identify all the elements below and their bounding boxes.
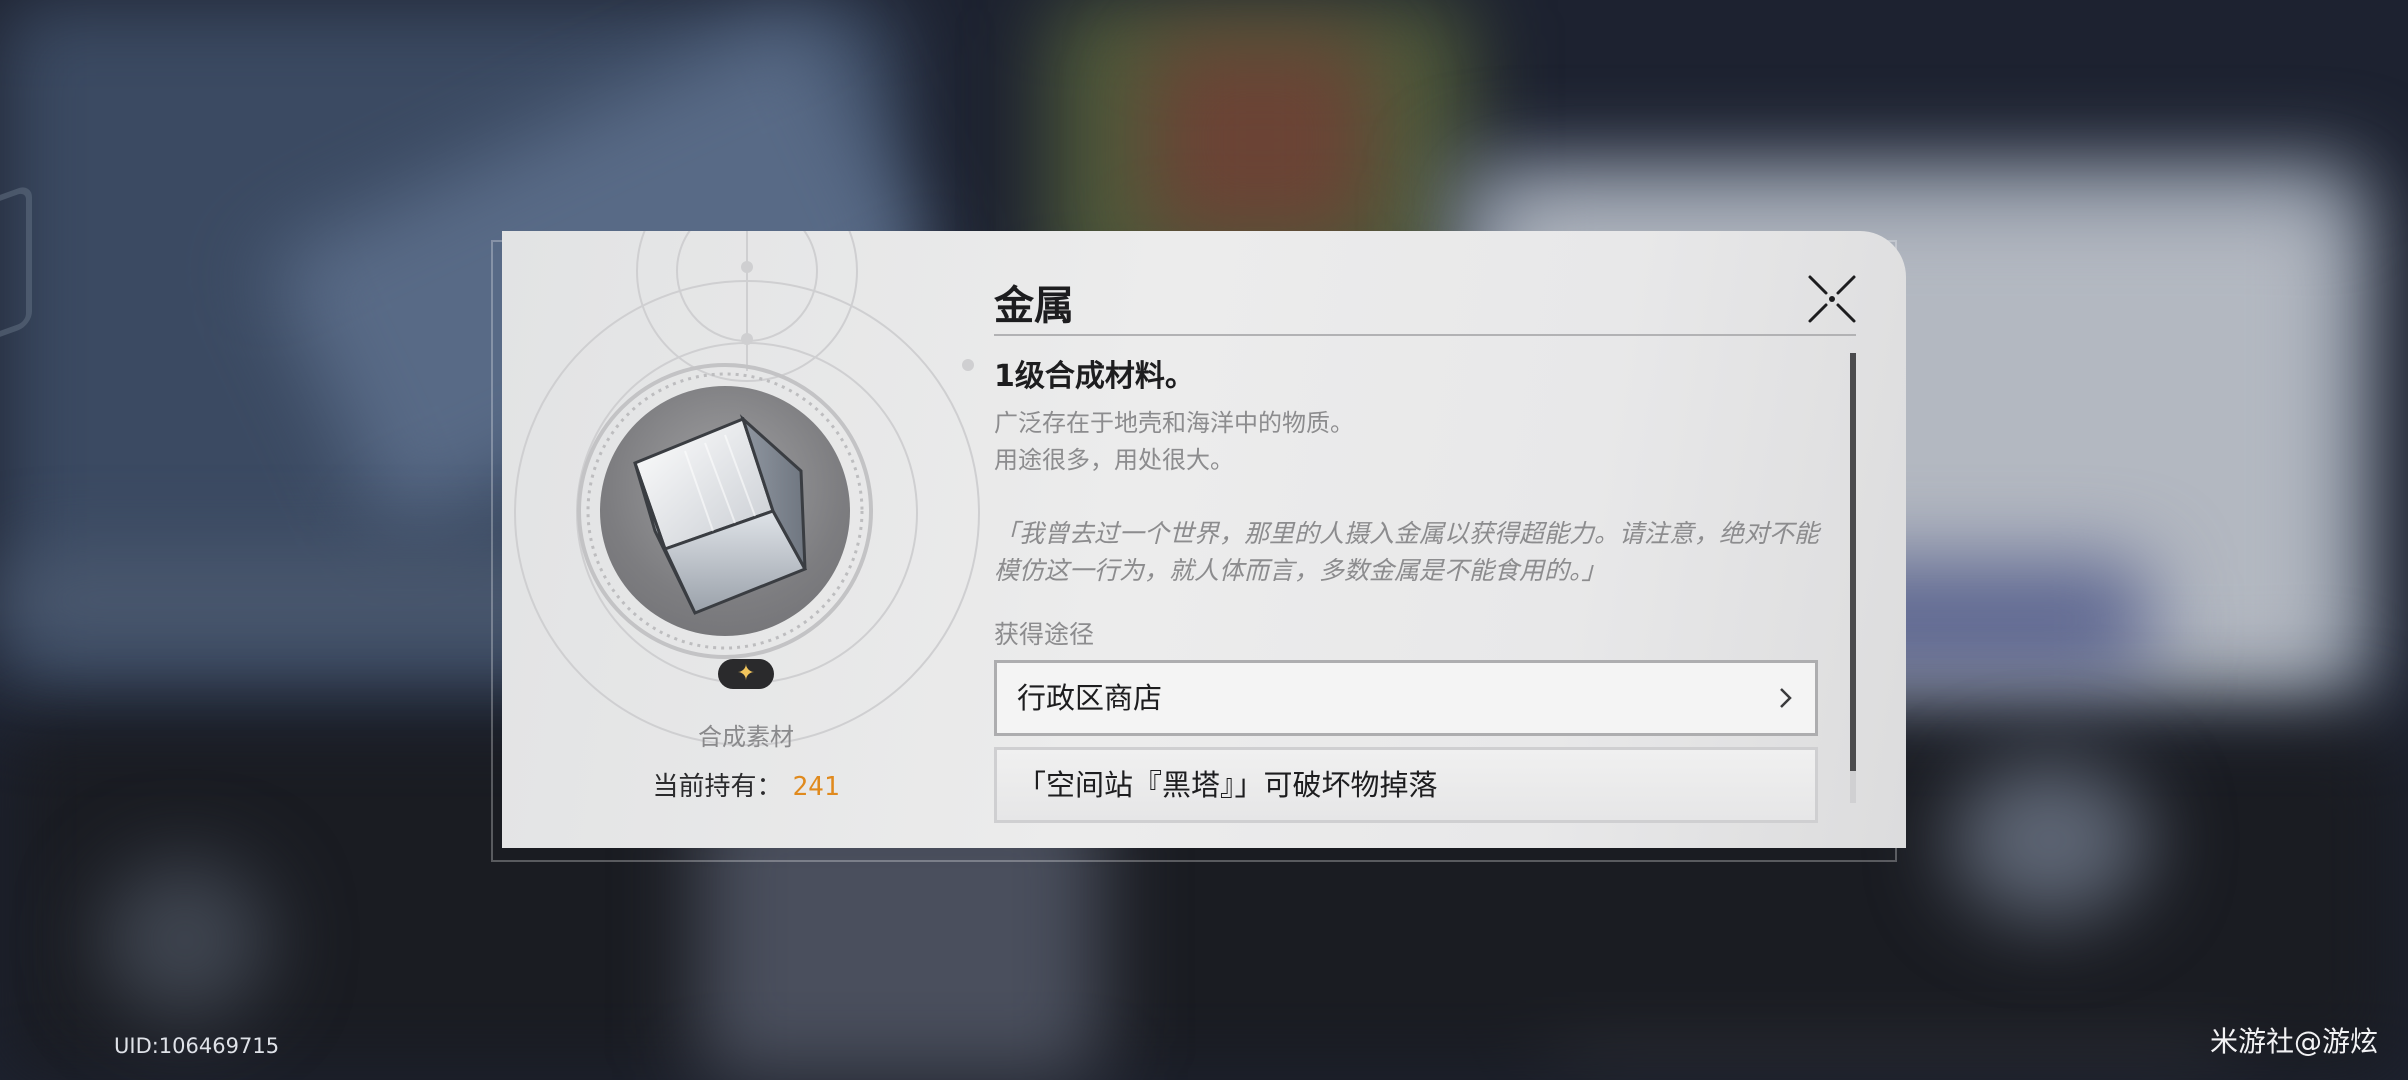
source-button-shop[interactable]: 行政区商店: [994, 660, 1818, 736]
item-subtype: 合成素材: [698, 723, 794, 751]
watermark: 米游社@游炫: [2209, 1025, 2378, 1058]
chevron-right-icon: [1780, 688, 1792, 708]
sources-heading: 获得途径: [994, 620, 1095, 649]
owned-count-row: 当前持有： 241: [502, 766, 990, 803]
owned-label: 当前持有：: [652, 772, 783, 802]
description-line: 广泛存在于地壳和海洋中的物质。: [994, 409, 1354, 437]
description-line: 用途很多，用处很大。: [994, 446, 1234, 474]
item-detail-dialog: ✦ 合成素材 当前持有： 241 金属 1级合成材料。 广泛存在于地壳和海洋中的物…: [502, 231, 1906, 848]
item-icon-frame: [575, 361, 875, 661]
item-title: 金属: [994, 283, 1074, 329]
source-button-drop[interactable]: 「空间站『黑塔』」可破坏物掉落: [994, 747, 1818, 823]
item-description-panel: 1级合成材料。 广泛存在于地壳和海洋中的物质。 用途很多，用处很大。 「我曾去过…: [994, 351, 1824, 651]
star-icon: ✦: [736, 661, 756, 686]
scrollbar-thumb[interactable]: [1850, 353, 1856, 771]
uid-label: UID:106469715: [114, 1034, 280, 1058]
close-icon: [1808, 275, 1856, 323]
owned-count: 241: [792, 772, 840, 802]
rarity-badge: ✦: [718, 659, 774, 689]
source-label: 行政区商店: [1017, 681, 1163, 715]
title-divider: [994, 334, 1856, 336]
metal-cube-icon: [633, 414, 808, 615]
item-lore: 「我曾去过一个世界，那里的人摄入金属以获得超能力。请注意，绝对不能模仿这一行为，…: [994, 519, 1820, 585]
close-button[interactable]: [1804, 271, 1860, 327]
item-level-text: 1级合成材料。: [994, 359, 1195, 394]
source-label: 「空间站『黑塔』」可破坏物掉落: [1017, 768, 1438, 802]
item-description: 广泛存在于地壳和海洋中的物质。 用途很多，用处很大。: [994, 405, 1824, 479]
